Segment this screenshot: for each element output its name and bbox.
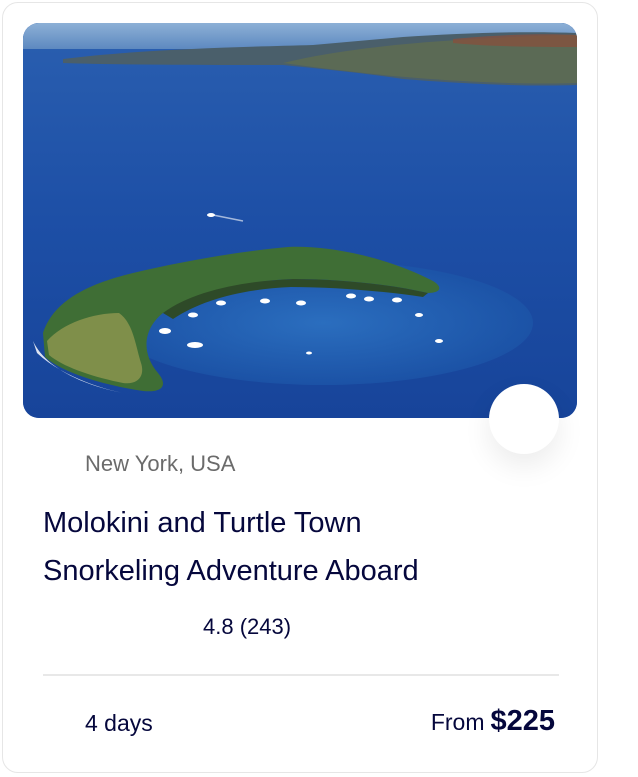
tour-duration: 4 days <box>85 710 153 736</box>
tour-title-line-1: Molokini and Turtle Town <box>43 507 362 539</box>
price-value: $225 <box>490 705 555 737</box>
wishlist-button[interactable] <box>489 384 559 454</box>
tour-location: New York, USA <box>85 451 236 476</box>
tour-card[interactable]: New York, USA Molokini and Turtle Town S… <box>2 2 598 773</box>
review-count: (243) <box>239 614 292 639</box>
molokini-crater-photo <box>23 23 577 418</box>
tour-image[interactable] <box>23 23 577 418</box>
tour-title-line-2: Snorkeling Adventure Aboard <box>43 555 419 587</box>
tour-title[interactable]: Molokini and Turtle Town Snorkeling Adve… <box>43 499 563 595</box>
tour-price: From $225 <box>431 705 555 738</box>
card-divider <box>43 674 559 676</box>
tour-rating: 4.8 (243) <box>203 614 291 640</box>
price-prefix: From <box>430 709 485 735</box>
rating-value: 4.8 <box>203 614 234 639</box>
